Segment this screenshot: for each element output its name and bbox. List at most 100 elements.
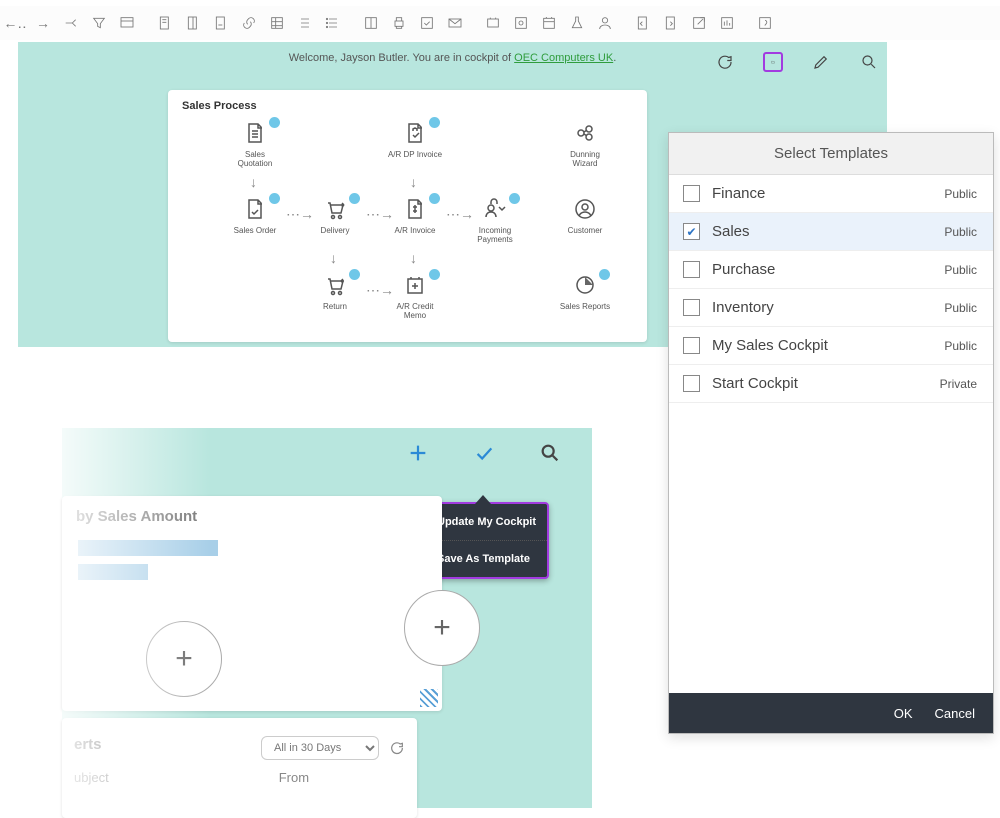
template-row[interactable]: Start CockpitPrivate bbox=[669, 365, 993, 403]
dashboard-icon[interactable] bbox=[116, 12, 138, 34]
confirm-icon[interactable] bbox=[473, 442, 495, 464]
tool2-icon[interactable] bbox=[510, 12, 532, 34]
edit-icon[interactable] bbox=[811, 52, 831, 72]
customer-icon bbox=[571, 196, 599, 222]
welcome-link[interactable]: OEC Computers UK bbox=[514, 52, 613, 64]
alerts-filter-select[interactable]: All in 30 Days bbox=[261, 736, 379, 760]
refresh-icon[interactable] bbox=[715, 52, 735, 72]
add-widget-button[interactable]: + bbox=[146, 621, 222, 697]
filter-icon[interactable] bbox=[88, 12, 110, 34]
link-icon[interactable] bbox=[238, 12, 260, 34]
alerts-card: erts All in 30 Days ubject From bbox=[62, 718, 417, 818]
template-checkbox[interactable]: ✔ bbox=[683, 223, 700, 240]
template-checkbox[interactable] bbox=[683, 261, 700, 278]
template-visibility: Public bbox=[944, 339, 977, 353]
node-label: A/R Invoice bbox=[382, 226, 448, 235]
flask-icon[interactable] bbox=[566, 12, 588, 34]
node-sales-reports[interactable]: Sales Reports bbox=[552, 272, 618, 311]
document-check-icon bbox=[241, 196, 269, 222]
node-label: Customer bbox=[552, 226, 618, 235]
template-row[interactable]: PurchasePublic bbox=[669, 251, 993, 289]
nav-back-icon[interactable]: ←‥ bbox=[4, 12, 26, 34]
welcome-suffix: . bbox=[613, 52, 616, 64]
resize-handle-icon[interactable] bbox=[420, 689, 438, 707]
chart-bar bbox=[78, 540, 218, 556]
help-icon[interactable] bbox=[754, 12, 776, 34]
template-checkbox[interactable] bbox=[683, 375, 700, 392]
node-label: Sales Reports bbox=[552, 302, 618, 311]
doc1-icon[interactable] bbox=[154, 12, 176, 34]
chart-icon[interactable] bbox=[716, 12, 738, 34]
node-ar-dp-invoice[interactable]: A/R DP Invoice bbox=[382, 120, 448, 159]
template-name: My Sales Cockpit bbox=[712, 337, 828, 354]
node-incoming-payments[interactable]: Incoming Payments bbox=[462, 196, 528, 244]
nav-forward-icon[interactable]: → bbox=[32, 12, 54, 34]
node-ar-invoice[interactable]: A/R Invoice bbox=[382, 196, 448, 235]
chart-bar bbox=[78, 564, 148, 580]
node-sales-quotation[interactable]: Sales Quotation bbox=[222, 120, 288, 168]
node-ar-credit-memo[interactable]: A/R Credit Memo bbox=[382, 272, 448, 320]
list2-icon[interactable] bbox=[322, 12, 344, 34]
add-icon[interactable] bbox=[407, 442, 429, 464]
sales-process-card: Sales Process Sales Quotation ↓ A/R DP I… bbox=[168, 90, 647, 342]
print-icon[interactable] bbox=[388, 12, 410, 34]
layout-icon[interactable] bbox=[360, 12, 382, 34]
template-row[interactable]: FinancePublic bbox=[669, 175, 993, 213]
sales-process-title: Sales Process bbox=[182, 100, 633, 112]
compose-icon[interactable] bbox=[416, 12, 438, 34]
node-return[interactable]: Return bbox=[302, 272, 368, 311]
template-name: Inventory bbox=[712, 299, 774, 316]
node-dunning-wizard[interactable]: Dunning Wizard bbox=[552, 120, 618, 168]
node-label: Incoming Payments bbox=[462, 226, 528, 244]
template-row[interactable]: InventoryPublic bbox=[669, 289, 993, 327]
doc3-icon[interactable] bbox=[210, 12, 232, 34]
node-customer[interactable]: Customer bbox=[552, 196, 618, 235]
cancel-button[interactable]: Cancel bbox=[935, 706, 975, 721]
template-checkbox[interactable] bbox=[683, 185, 700, 202]
search-icon[interactable] bbox=[859, 52, 879, 72]
col-subject: ubject bbox=[74, 770, 109, 785]
chart-title: by Sales Amount bbox=[62, 508, 442, 525]
user-icon[interactable] bbox=[594, 12, 616, 34]
table-icon[interactable] bbox=[266, 12, 288, 34]
template-checkbox[interactable] bbox=[683, 299, 700, 316]
sales-process-grid: Sales Quotation ↓ A/R DP Invoice ↓ Dunni… bbox=[182, 118, 633, 328]
nav-branch-icon[interactable] bbox=[60, 12, 82, 34]
open-folder-icon[interactable] bbox=[763, 52, 783, 72]
lower-actions bbox=[407, 442, 561, 464]
popup-label: Save As Template bbox=[437, 553, 530, 565]
arrow-down-icon: ↓ bbox=[410, 174, 417, 190]
ok-button[interactable]: OK bbox=[894, 706, 913, 721]
calendar-icon[interactable] bbox=[538, 12, 560, 34]
tool1-icon[interactable] bbox=[482, 12, 504, 34]
template-row[interactable]: ✔SalesPublic bbox=[669, 213, 993, 251]
export-icon[interactable] bbox=[632, 12, 654, 34]
template-checkbox[interactable] bbox=[683, 337, 700, 354]
template-name: Finance bbox=[712, 185, 765, 202]
cockpit-actions bbox=[715, 52, 879, 72]
dialog-title: Select Templates bbox=[669, 133, 993, 175]
mail-icon[interactable] bbox=[444, 12, 466, 34]
alerts-title: erts bbox=[74, 736, 102, 753]
pie-chart-icon bbox=[571, 272, 599, 298]
node-label: A/R DP Invoice bbox=[382, 150, 448, 159]
template-row[interactable]: My Sales Cockpit Public bbox=[669, 327, 993, 365]
document-icon bbox=[241, 120, 269, 146]
node-sales-order[interactable]: Sales Order bbox=[222, 196, 288, 235]
invoice-icon bbox=[401, 196, 429, 222]
list-icon[interactable] bbox=[294, 12, 316, 34]
refresh-icon[interactable] bbox=[389, 740, 405, 756]
node-delivery[interactable]: Delivery bbox=[302, 196, 368, 235]
cart-out-icon bbox=[321, 196, 349, 222]
node-label: Return bbox=[302, 302, 368, 311]
select-templates-dialog: Select Templates FinancePublic✔SalesPubl… bbox=[668, 132, 994, 734]
node-label: A/R Credit Memo bbox=[382, 302, 448, 320]
import-icon[interactable] bbox=[660, 12, 682, 34]
doc2-icon[interactable] bbox=[182, 12, 204, 34]
template-name: Purchase bbox=[712, 261, 775, 278]
open-icon[interactable] bbox=[688, 12, 710, 34]
add-widget-button[interactable]: + bbox=[404, 590, 480, 666]
alerts-column-headers: ubject From bbox=[74, 770, 405, 785]
search-icon[interactable] bbox=[539, 442, 561, 464]
credit-memo-icon bbox=[401, 272, 429, 298]
